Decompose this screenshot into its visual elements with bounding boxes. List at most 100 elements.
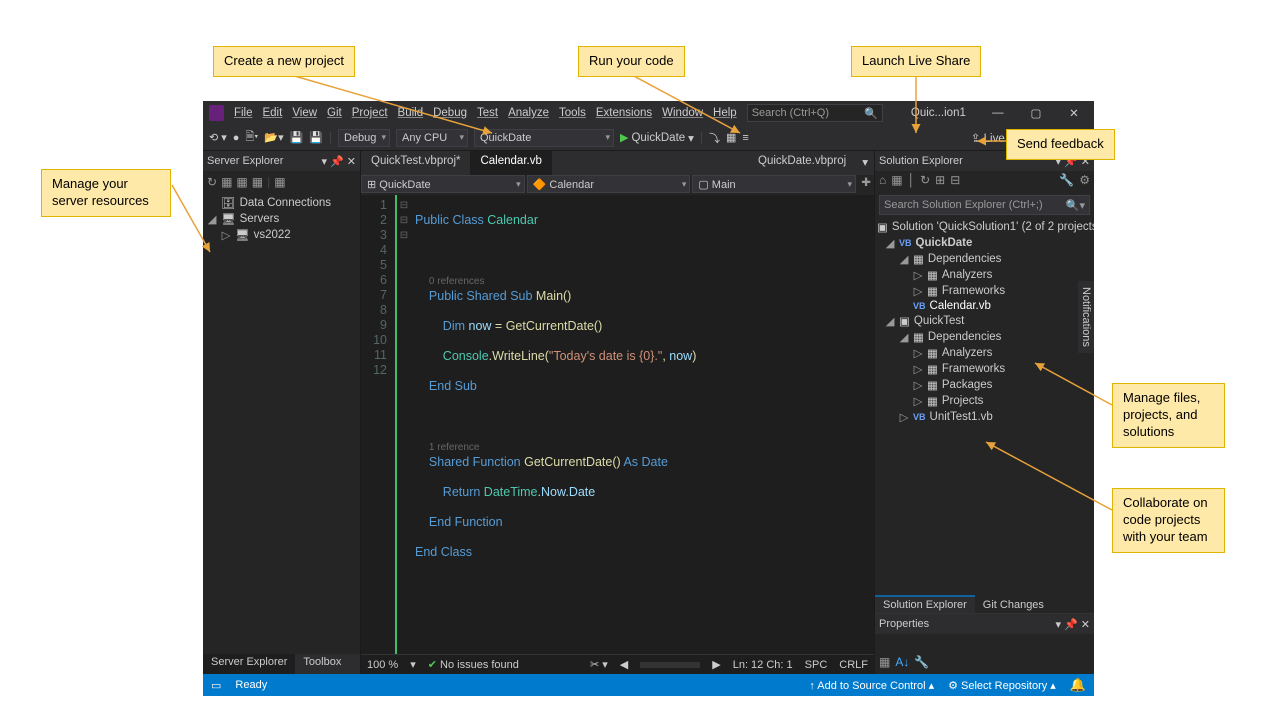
- projects-ref[interactable]: ▷▦Projects: [877, 393, 1092, 409]
- config-dropdown[interactable]: Debug: [338, 129, 390, 147]
- home-icon[interactable]: ⌂: [879, 173, 886, 191]
- new-project-button[interactable]: 🗎▾: [245, 128, 258, 147]
- se-tb-2[interactable]: ▦: [891, 173, 902, 191]
- issues-status[interactable]: No issues found: [428, 658, 519, 671]
- refresh-icon[interactable]: ↻: [207, 175, 217, 189]
- nav-back-button[interactable]: ⟲ ▾: [209, 131, 227, 144]
- tree-vs2022[interactable]: ▷🖥vs2022: [207, 227, 356, 243]
- save-button[interactable]: 💾: [290, 131, 304, 144]
- step-button[interactable]: ⤵: [709, 130, 720, 146]
- se-tb-4[interactable]: ↻: [920, 173, 930, 191]
- vb-file-icon: VB: [913, 412, 926, 422]
- categorized-icon[interactable]: ▦: [879, 655, 890, 671]
- tab-overflow-icon[interactable]: ▾: [856, 151, 874, 175]
- frameworks-1[interactable]: ▷▦Frameworks: [877, 283, 1092, 299]
- sln-root[interactable]: ▣Solution 'QuickSolution1' (2 of 2 proje…: [877, 219, 1092, 235]
- scroll-right-icon[interactable]: ▶: [712, 658, 720, 671]
- tab-git-changes[interactable]: Git Changes: [975, 595, 1052, 613]
- server-tree: 🗄Data Connections ◢🖥Servers ▷🖥vs2022: [203, 193, 360, 245]
- nav-split-icon[interactable]: ✚: [858, 175, 874, 195]
- scroll-left-icon[interactable]: ◀: [620, 658, 628, 671]
- save-all-button[interactable]: 💾: [309, 131, 323, 144]
- select-repository[interactable]: ⚙ Select Repository ▴: [948, 679, 1056, 692]
- menu-debug[interactable]: Debug: [433, 107, 467, 119]
- se-tb-3[interactable]: │: [908, 173, 916, 191]
- deps-1[interactable]: ◢▦Dependencies: [877, 251, 1092, 267]
- tool-icon-1[interactable]: ▦: [726, 131, 736, 144]
- menu-tools[interactable]: Tools: [559, 107, 586, 119]
- props-pages-icon[interactable]: 🔧: [914, 655, 929, 671]
- file-unittest[interactable]: ▷VBUnitTest1.vb: [877, 409, 1092, 425]
- tree-label: UnitTest1.vb: [930, 411, 993, 423]
- menu-git[interactable]: Git: [327, 107, 342, 119]
- menu-project[interactable]: Project: [352, 107, 388, 119]
- packages[interactable]: ▷▦Packages: [877, 377, 1092, 393]
- deps-2[interactable]: ◢▦Dependencies: [877, 329, 1092, 345]
- menu-analyze[interactable]: Analyze: [508, 107, 549, 119]
- wrench-icon[interactable]: 🔧: [1059, 173, 1074, 191]
- se-search-placeholder: Search Solution Explorer (Ctrl+;): [884, 199, 1043, 211]
- solution-name: Quic...ion1: [911, 107, 966, 119]
- se-icon-4[interactable]: ▦: [252, 175, 263, 189]
- menu-build[interactable]: Build: [398, 107, 424, 119]
- settings-icon[interactable]: ⚙: [1079, 173, 1090, 191]
- menu-file[interactable]: File: [234, 107, 253, 119]
- maximize-button[interactable]: ▢: [1022, 106, 1050, 120]
- frameworks-2[interactable]: ▷▦Frameworks: [877, 361, 1092, 377]
- pane-controls[interactable]: ▾ 📌 ✕: [321, 155, 356, 168]
- nav-project[interactable]: ⊞ QuickDate: [361, 175, 525, 193]
- tab-quicktest[interactable]: QuickTest.vbproj*: [361, 151, 470, 175]
- add-source-control[interactable]: ↑ Add to Source Control ▴: [809, 679, 934, 692]
- proj-quicktest[interactable]: ◢▣QuickTest: [877, 313, 1092, 329]
- tab-calendar[interactable]: Calendar.vb: [470, 151, 551, 175]
- tab-server-explorer[interactable]: Server Explorer: [203, 654, 295, 674]
- se-icon-5[interactable]: ▦: [274, 175, 285, 189]
- platform-dropdown[interactable]: Any CPU: [396, 129, 468, 147]
- analyzers-2[interactable]: ▷▦Analyzers: [877, 345, 1092, 361]
- code-editor[interactable]: 123456789101112 ⊟⊟⊟ Public Class Calenda…: [361, 195, 874, 654]
- startup-dropdown[interactable]: QuickDate: [474, 129, 614, 147]
- deps-icon: ▦: [913, 252, 924, 266]
- notifications-icon[interactable]: 🔔: [1070, 677, 1086, 693]
- se-tb-5[interactable]: ⊞: [935, 173, 945, 191]
- se-tb-6[interactable]: ⊟: [950, 173, 960, 191]
- se-icon-3[interactable]: ▦: [236, 175, 247, 189]
- menu-view[interactable]: View: [292, 107, 317, 119]
- stop-icon[interactable]: ▦: [221, 175, 232, 189]
- menu-test[interactable]: Test: [477, 107, 498, 119]
- search-input[interactable]: Search (Ctrl+Q)🔍: [747, 104, 883, 122]
- tab-toolbox[interactable]: Toolbox: [295, 654, 349, 674]
- run-button[interactable]: QuickDate ▾: [620, 131, 694, 145]
- tab-quickdate-proj[interactable]: QuickDate.vbproj: [748, 151, 856, 175]
- tool-icon-2[interactable]: ≡: [742, 132, 748, 144]
- code-text[interactable]: Public Class Calendar 0 references Publi…: [411, 195, 874, 654]
- nav-member[interactable]: ▢ Main: [692, 175, 856, 193]
- indent-mode[interactable]: SPC: [805, 659, 828, 671]
- line-ending[interactable]: CRLF: [839, 659, 868, 671]
- menu-extensions[interactable]: Extensions: [596, 107, 652, 119]
- menu-help[interactable]: Help: [713, 107, 737, 119]
- menu-edit[interactable]: Edit: [262, 107, 282, 119]
- tree-servers[interactable]: ◢🖥Servers: [207, 211, 356, 227]
- tool-icon[interactable]: ✂ ▾: [590, 658, 608, 671]
- document-tabs: QuickTest.vbproj* Calendar.vb QuickDate.…: [361, 151, 874, 175]
- tab-solution-explorer[interactable]: Solution Explorer: [875, 595, 975, 613]
- zoom-level[interactable]: 100 %: [367, 659, 398, 671]
- menu-window[interactable]: Window: [662, 107, 703, 119]
- solution-search-input[interactable]: Search Solution Explorer (Ctrl+;)🔍▾: [879, 195, 1090, 215]
- nav-fwd-button[interactable]: ●: [233, 132, 240, 144]
- notifications-tab[interactable]: Notifications: [1078, 281, 1094, 353]
- open-button[interactable]: 📂▾: [264, 131, 283, 144]
- nav-class[interactable]: 🔶 Calendar: [527, 175, 691, 193]
- proj-quickdate[interactable]: ◢VBQuickDate: [877, 235, 1092, 251]
- analyzers-1[interactable]: ▷▦Analyzers: [877, 267, 1092, 283]
- alphabetical-icon[interactable]: A↓: [895, 655, 909, 671]
- file-calendar[interactable]: VBCalendar.vb: [877, 299, 1092, 313]
- tree-data-connections[interactable]: 🗄Data Connections: [207, 195, 356, 211]
- close-button[interactable]: ✕: [1060, 106, 1088, 120]
- output-icon[interactable]: ▭: [211, 679, 221, 692]
- pane-controls[interactable]: ▾ 📌 ✕: [1055, 618, 1090, 631]
- server-explorer-title: Server Explorer ▾ 📌 ✕: [203, 151, 360, 171]
- tree-label: Packages: [942, 379, 993, 391]
- minimize-button[interactable]: —: [984, 107, 1012, 119]
